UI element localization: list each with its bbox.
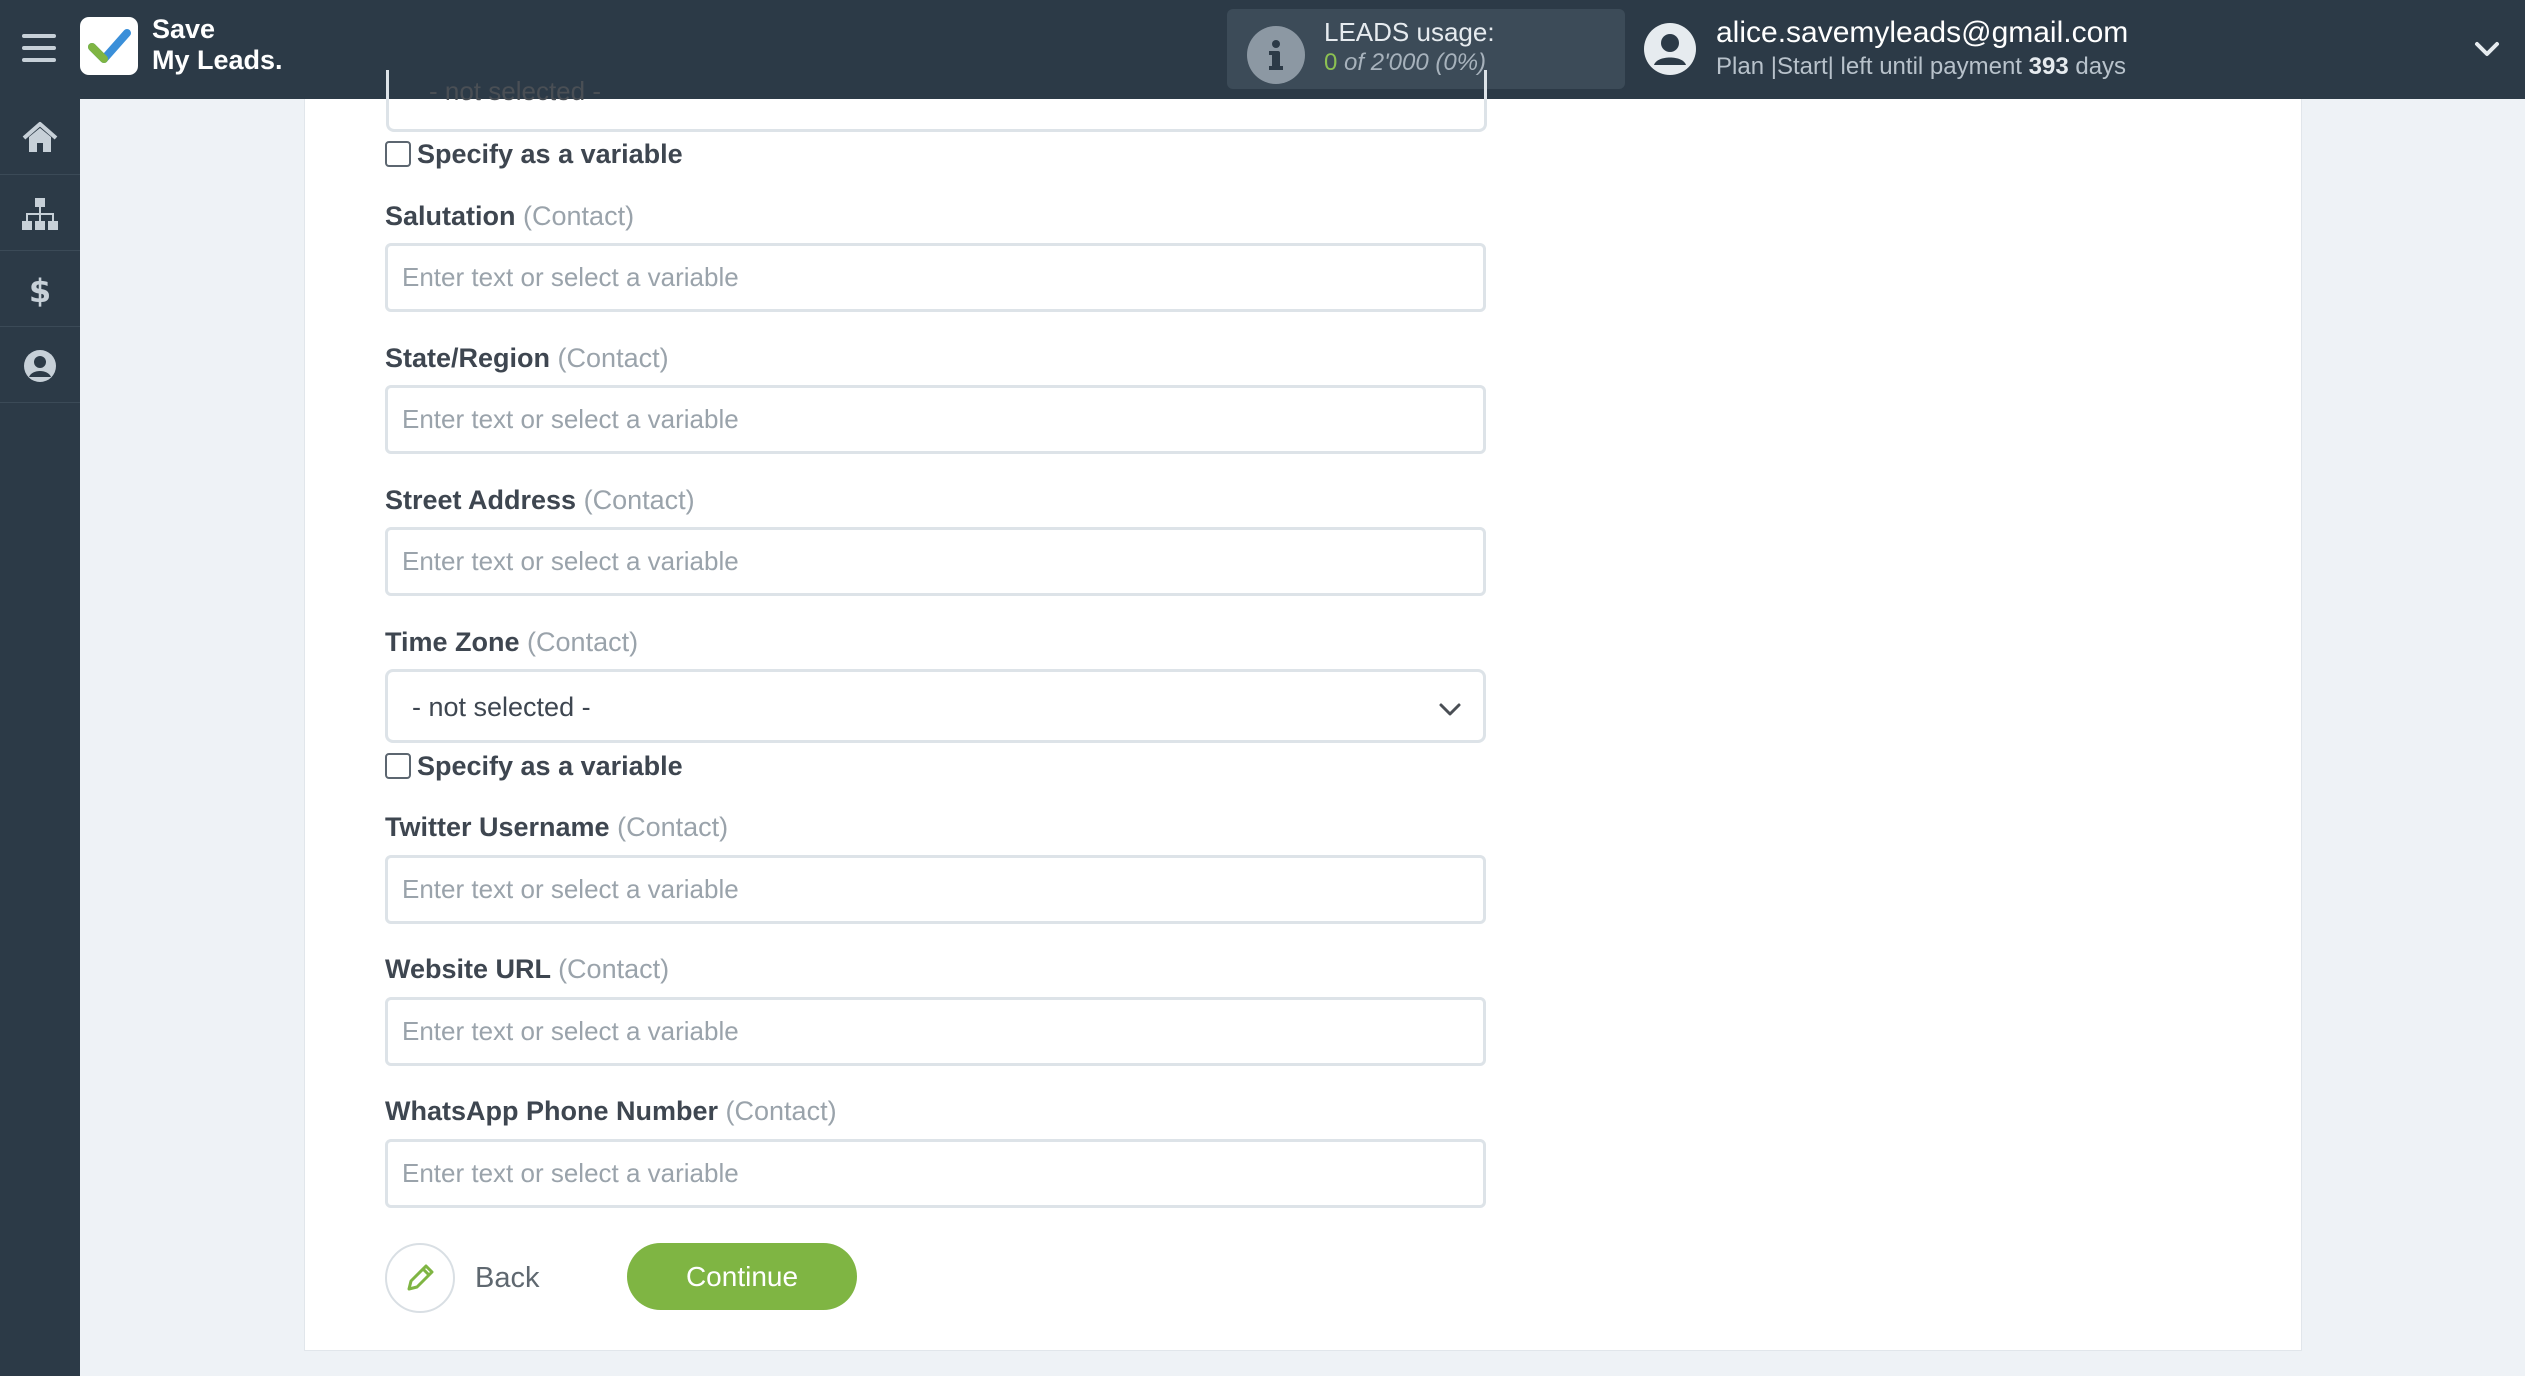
time-zone-label-text: Time Zone xyxy=(385,627,520,657)
sidebar-item-home[interactable] xyxy=(0,99,80,175)
context-tag: (Contact) xyxy=(725,1096,837,1126)
context-tag: (Contact) xyxy=(617,812,729,842)
chevron-down-icon xyxy=(1437,696,1463,727)
avatar-icon[interactable] xyxy=(1643,22,1697,76)
sidebar-item-billing[interactable]: $ xyxy=(0,251,80,327)
specify-variable-checkbox[interactable] xyxy=(385,753,411,779)
twitter-username-label: Twitter Username (Contact) xyxy=(385,812,728,843)
context-tag: (Contact) xyxy=(557,343,669,373)
back-button[interactable]: Back xyxy=(385,1243,539,1313)
back-label: Back xyxy=(475,1261,540,1294)
sitemap-icon xyxy=(22,198,58,230)
sidebar-item-connections[interactable] xyxy=(0,175,80,251)
days-suffix: days xyxy=(2075,53,2127,80)
logo-icon[interactable] xyxy=(80,17,138,75)
continue-button[interactable]: Continue xyxy=(627,1243,857,1310)
state-region-label: State/Region (Contact) xyxy=(385,343,669,374)
leads-usage-title: LEADS usage: xyxy=(1324,17,1495,47)
plan-prefix: Plan |Start| left until payment xyxy=(1716,53,2022,80)
twitter-username-label-text: Twitter Username xyxy=(385,812,610,842)
state-region-input[interactable] xyxy=(385,385,1486,454)
logo-line-2: My Leads. xyxy=(152,45,283,75)
specify-variable-row-1[interactable]: Specify as a variable xyxy=(385,136,683,172)
context-tag: (Contact) xyxy=(558,954,670,984)
menu-icon[interactable] xyxy=(22,34,56,62)
sidebar-item-account[interactable] xyxy=(0,327,80,403)
specify-variable-label: Specify as a variable xyxy=(417,138,683,169)
whatsapp-phone-label: WhatsApp Phone Number (Contact) xyxy=(385,1096,837,1127)
state-region-label-text: State/Region xyxy=(385,343,551,373)
whatsapp-phone-label-text: WhatsApp Phone Number xyxy=(385,1096,719,1126)
back-circle[interactable] xyxy=(385,1243,455,1313)
chevron-down-icon[interactable] xyxy=(2472,34,2502,64)
days-left: 393 xyxy=(2028,53,2069,80)
pencil-icon xyxy=(407,1264,434,1291)
street-address-label: Street Address (Contact) xyxy=(385,485,695,516)
salutation-label: Salutation (Contact) xyxy=(385,201,634,232)
logo-line-1: Save xyxy=(152,14,216,44)
svg-text:$: $ xyxy=(29,272,51,310)
specify-variable-row-2[interactable]: Specify as a variable xyxy=(385,748,683,784)
logo-text: Save My Leads. xyxy=(152,14,283,76)
website-url-input[interactable] xyxy=(385,997,1486,1066)
dollar-icon: $ xyxy=(29,272,51,310)
plan-info: Plan |Start| left until payment 393 days xyxy=(1716,53,2126,81)
salutation-label-text: Salutation xyxy=(385,201,516,231)
street-address-label-text: Street Address xyxy=(385,485,577,515)
user-icon xyxy=(24,350,56,382)
partial-select-value: - not selected - xyxy=(429,76,601,106)
account-email[interactable]: alice.savemyleads@gmail.com xyxy=(1716,16,2128,50)
sidebar: $ xyxy=(0,99,80,1376)
time-zone-label: Time Zone (Contact) xyxy=(385,627,638,658)
salutation-input[interactable] xyxy=(385,243,1486,312)
website-url-label-text: Website URL xyxy=(385,954,551,984)
context-tag: (Contact) xyxy=(527,627,639,657)
time-zone-select-value: - not selected - xyxy=(412,692,591,722)
whatsapp-phone-input[interactable] xyxy=(385,1139,1486,1208)
specify-variable-checkbox[interactable] xyxy=(385,141,411,167)
street-address-input[interactable] xyxy=(385,527,1486,596)
twitter-username-input[interactable] xyxy=(385,855,1486,924)
partial-select[interactable]: - not selected - xyxy=(386,70,1487,132)
context-tag: (Contact) xyxy=(583,485,695,515)
website-url-label: Website URL (Contact) xyxy=(385,954,669,985)
specify-variable-label: Specify as a variable xyxy=(417,750,683,781)
context-tag: (Contact) xyxy=(523,201,635,231)
home-icon xyxy=(22,122,58,152)
time-zone-select[interactable]: - not selected - xyxy=(385,669,1486,743)
